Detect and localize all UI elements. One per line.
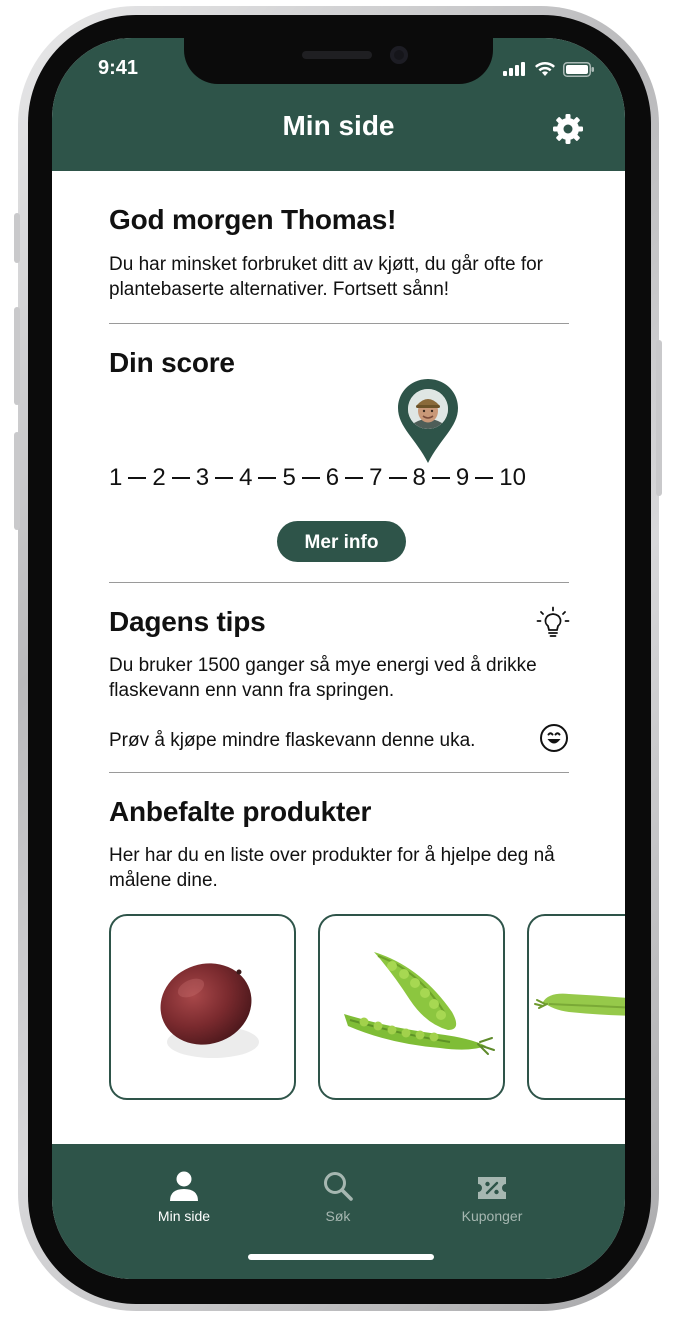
scale-dash bbox=[215, 477, 234, 479]
score-step: 5 bbox=[282, 464, 296, 491]
scale-dash bbox=[388, 477, 407, 479]
product-card-pea-pod[interactable] bbox=[527, 914, 625, 1100]
greeting-text-wrap: Du har minsket forbruket ditt av kjøtt, … bbox=[109, 252, 569, 302]
score-step: 2 bbox=[152, 464, 166, 491]
score-scale: 1 2 3 4 5 6 7 8 9 10 bbox=[109, 464, 569, 492]
tab-sok[interactable]: Søk bbox=[278, 1168, 398, 1224]
app-header: 9:41 Min side bbox=[52, 38, 625, 171]
score-step: 9 bbox=[455, 464, 470, 491]
tips-title: Dagens tips bbox=[109, 606, 266, 637]
greeting-text: Du har minsket forbruket ditt av kjøtt, … bbox=[109, 254, 544, 300]
coupon-icon bbox=[478, 1177, 506, 1199]
page-title: Min side bbox=[282, 110, 395, 141]
score-step: 4 bbox=[239, 464, 253, 491]
tips-text: Du bruker 1500 ganger så mye energi ved … bbox=[109, 655, 537, 701]
recommended-text-wrap: Her har du en liste over produkter for å… bbox=[109, 843, 569, 893]
gear-icon[interactable] bbox=[552, 113, 584, 145]
avatar bbox=[408, 389, 448, 429]
tab-min-side[interactable]: Min side bbox=[124, 1168, 244, 1224]
scale-dash bbox=[258, 477, 277, 479]
notch bbox=[184, 38, 493, 84]
recommended-title: Anbefalte produkter bbox=[109, 796, 372, 827]
recommended-text: Her har du en liste over produkter for å… bbox=[109, 845, 555, 891]
scale-dash bbox=[128, 477, 147, 479]
peas-image bbox=[344, 952, 495, 1055]
recommended-section: Anbefalte produkter bbox=[109, 796, 569, 828]
score-step: 1 bbox=[109, 464, 123, 491]
screen: 9:41 Min side God morgen Thomas! Du har … bbox=[52, 38, 625, 1279]
score-step: 6 bbox=[325, 464, 340, 491]
scale-dash bbox=[171, 477, 190, 479]
status-time: 9:41 bbox=[98, 57, 139, 79]
home-indicator bbox=[248, 1254, 434, 1260]
divider bbox=[109, 323, 569, 324]
divider bbox=[109, 582, 569, 583]
pea-pod-image bbox=[534, 993, 625, 1016]
scale-dash bbox=[431, 477, 450, 479]
score-section: Din score bbox=[109, 347, 569, 379]
wifi-icon bbox=[535, 62, 555, 76]
more-info-button[interactable]: Mer info bbox=[277, 521, 406, 562]
score-title: Din score bbox=[109, 347, 235, 378]
battery-icon bbox=[563, 61, 594, 77]
scale-dash bbox=[301, 477, 320, 479]
greeting-title: God morgen Thomas! bbox=[109, 204, 397, 235]
silent-switch bbox=[14, 213, 20, 263]
volume-down-button bbox=[14, 432, 20, 530]
power-button bbox=[656, 340, 662, 496]
search-icon bbox=[324, 1172, 353, 1201]
score-step: 7 bbox=[369, 464, 383, 491]
mango-image bbox=[160, 963, 259, 1058]
score-step: 10 bbox=[499, 464, 526, 491]
person-icon bbox=[170, 1171, 198, 1201]
tips-section: Dagens tips bbox=[109, 606, 569, 638]
smile-icon bbox=[540, 724, 568, 752]
speaker-grille bbox=[302, 51, 372, 59]
tips-suggestion: Prøv å kjøpe mindre flaskevann denne uka… bbox=[109, 730, 476, 751]
tab-label: Kuponger bbox=[461, 1208, 523, 1224]
tab-label: Søk bbox=[325, 1208, 351, 1224]
tab-label: Min side bbox=[157, 1208, 211, 1224]
tips-suggestion-wrap: Prøv å kjøpe mindre flaskevann denne uka… bbox=[109, 728, 569, 753]
greeting-section: God morgen Thomas! bbox=[109, 204, 569, 236]
scale-dash bbox=[345, 477, 364, 479]
volume-up-button bbox=[14, 307, 20, 405]
lightbulb-icon bbox=[536, 606, 570, 637]
scale-dash bbox=[475, 477, 494, 479]
divider bbox=[109, 772, 569, 773]
score-step: 3 bbox=[195, 464, 210, 491]
signal-icon bbox=[503, 62, 525, 76]
front-camera bbox=[390, 46, 408, 64]
status-icons bbox=[503, 61, 595, 77]
product-card-peas[interactable] bbox=[318, 914, 505, 1100]
score-step: 8 bbox=[412, 464, 426, 491]
tips-text-wrap: Du bruker 1500 ganger så mye energi ved … bbox=[109, 653, 569, 703]
product-card-mango[interactable] bbox=[109, 914, 296, 1100]
tab-kuponger[interactable]: Kuponger bbox=[432, 1168, 552, 1224]
